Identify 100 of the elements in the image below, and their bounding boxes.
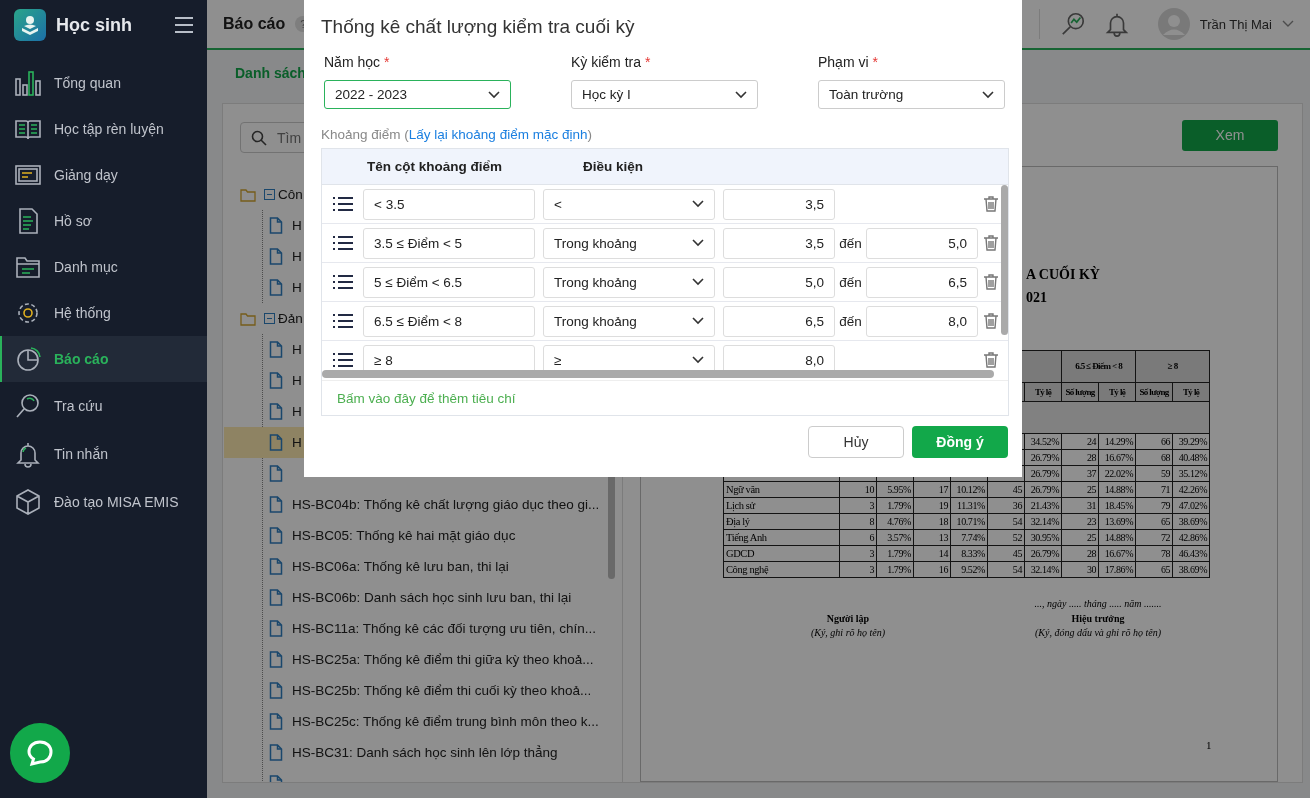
signature-role: Người lập (826, 613, 870, 624)
field-label: Năm học * (324, 54, 391, 72)
table-cell: Công nghệ (723, 561, 840, 578)
table-header: ≥ 8 (1135, 350, 1210, 383)
to-label: đến (838, 313, 863, 329)
table-cell: 8.33% (950, 545, 988, 562)
table-cell: 47.02% (1172, 497, 1210, 514)
table-cell: 34.52% (1024, 433, 1062, 450)
table-cell: 6 (839, 529, 877, 546)
table-cell: 38.69% (1172, 561, 1210, 578)
table-cell: 25 (1061, 529, 1099, 546)
table-cell: 31 (1061, 497, 1099, 514)
table-cell: 36 (987, 497, 1025, 514)
table-cell: 40.48% (1172, 449, 1210, 466)
table-cell: 66 (1135, 433, 1173, 450)
document-title: A CUỐI KỲ (1026, 267, 1100, 284)
signature-role: Hiệu trưởng (1071, 613, 1125, 624)
table-cell: 45 (987, 545, 1025, 562)
document-title: 021 (1026, 290, 1047, 307)
table-cell: 32.14% (1024, 513, 1062, 530)
table-cell: 30 (1061, 561, 1099, 578)
table-cell: 65 (1135, 513, 1173, 530)
table-cell: Lịch sử (723, 497, 840, 514)
page-number: 1 (1206, 739, 1212, 751)
column-header: Tên cột khoảng điểm (367, 159, 503, 174)
table-cell: Ngữ văn (723, 481, 840, 498)
table-cell: 7.74% (950, 529, 988, 546)
table-cell: 39.29% (1172, 433, 1210, 450)
table-cell: 19 (913, 497, 951, 514)
table-cell: 18 (913, 513, 951, 530)
table-cell: 72 (1135, 529, 1173, 546)
table-cell: GDCD (723, 545, 840, 562)
table-cell: 1.79% (876, 561, 914, 578)
table-cell: 14.29% (1098, 433, 1136, 450)
field-label: Kỳ kiểm tra * (571, 54, 652, 72)
table-cell: 10.71% (950, 513, 988, 530)
table-cell: 26.79% (1024, 545, 1062, 562)
table-cell: 16.67% (1098, 449, 1136, 466)
table-cell: 8 (839, 513, 877, 530)
table-cell: 5.95% (876, 481, 914, 498)
table-cell: 9.52% (950, 561, 988, 578)
table-cell: 24 (1061, 433, 1099, 450)
table-cell: Địa lý (723, 513, 840, 530)
table-cell: 11.31% (950, 497, 988, 514)
app-title: Học sinh (56, 14, 133, 36)
table-cell: 42.26% (1172, 481, 1210, 498)
table-cell: 37 (1061, 465, 1099, 482)
table-cell: 17.86% (1098, 561, 1136, 578)
table-cell: 22.02% (1098, 465, 1136, 482)
signature-date: ..., ngày ..... tháng ..... năm ....... (1034, 598, 1162, 610)
table-cell: 45 (987, 481, 1025, 498)
table-cell: 35.12% (1172, 465, 1210, 482)
table-cell: 26.79% (1024, 449, 1062, 466)
table-cell: 16 (913, 561, 951, 578)
table-header: 6.5 ≤ Điểm < 8 (1061, 350, 1136, 383)
table-cell: 3 (839, 561, 877, 578)
table-cell: 79 (1135, 497, 1173, 514)
table-cell: 4.76% (876, 513, 914, 530)
table-cell: 78 (1135, 545, 1173, 562)
table-cell: 25 (1061, 481, 1099, 498)
table-cell: 28 (1061, 545, 1099, 562)
table-cell: Tiếng Anh (723, 529, 840, 546)
table-cell: 1.79% (876, 497, 914, 514)
table-cell: 26.79% (1024, 481, 1062, 498)
table-cell: 10 (839, 481, 877, 498)
table-cell: 26.79% (1024, 465, 1062, 482)
table-cell: 17 (913, 481, 951, 498)
table-cell: 14.88% (1098, 481, 1136, 498)
to-label: đến (838, 274, 863, 290)
table-cell: 68 (1135, 449, 1173, 466)
table-cell: 10.12% (950, 481, 988, 498)
signature-note: (Ký, ghi rõ họ tên) (810, 627, 886, 638)
table-cell: 13.69% (1098, 513, 1136, 530)
table-cell: 32.14% (1024, 561, 1062, 578)
table-cell: 46.43% (1172, 545, 1210, 562)
table-cell: 21.43% (1024, 497, 1062, 514)
table-cell: 18.45% (1098, 497, 1136, 514)
table-cell: 65 (1135, 561, 1173, 578)
table-cell: 14.88% (1098, 529, 1136, 546)
table-cell: 3 (839, 497, 877, 514)
table-cell: 16.67% (1098, 545, 1136, 562)
range-caption: Khoảng điểm (Lấy lại khoảng điểm mặc định) (321, 127, 593, 142)
table-cell: 3.57% (876, 529, 914, 546)
table-cell: 3 (839, 545, 877, 562)
table-cell: 38.69% (1172, 513, 1210, 530)
to-label: đến (838, 235, 863, 251)
dialog-title: Thống kê chất lượng kiểm tra cuối kỳ (321, 16, 636, 39)
table-cell: 42.86% (1172, 529, 1210, 546)
table-cell: 30.95% (1024, 529, 1062, 546)
column-header: Điều kiện (583, 159, 644, 174)
field-label: Phạm vi * (818, 54, 879, 72)
table-cell: 54 (987, 561, 1025, 578)
table-cell: 28 (1061, 449, 1099, 466)
table-cell: 59 (1135, 465, 1173, 482)
table-cell: 54 (987, 513, 1025, 530)
table-cell: 71 (1135, 481, 1173, 498)
table-cell: 52 (987, 529, 1025, 546)
signature-note: (Ký, đóng dấu và ghi rõ họ tên) (1034, 627, 1162, 638)
table-cell: 23 (1061, 513, 1099, 530)
table-cell: 1.79% (876, 545, 914, 562)
